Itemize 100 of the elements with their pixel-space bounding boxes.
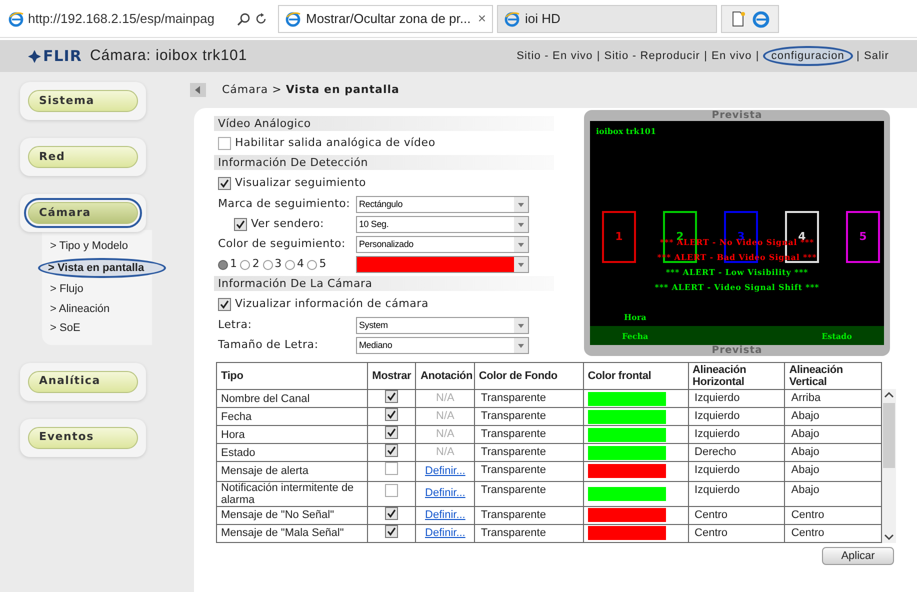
nav-separator: | — [756, 48, 760, 64]
checkbox[interactable] — [385, 444, 398, 458]
tab-title: ioi HD — [525, 10, 562, 28]
table-cell: Transparente — [474, 481, 584, 506]
radio-label: 5 — [319, 256, 327, 272]
column-header: Color de Fondo — [474, 362, 584, 390]
preview-title: Prevista — [712, 345, 762, 356]
breadcrumb: Cámara > Vista en pantalla — [222, 82, 400, 98]
table-cell: Izquierdo — [688, 426, 785, 444]
nav-link[interactable]: configuracion — [763, 46, 853, 66]
tracking-color-select[interactable]: Personalizado — [356, 236, 529, 253]
checkbox[interactable] — [218, 298, 231, 310]
checkbox[interactable] — [385, 524, 398, 538]
alert-message: *** ALERT - Low Visibility *** — [666, 266, 808, 279]
checkbox[interactable] — [385, 484, 398, 498]
browser-logo-icon[interactable] — [752, 10, 770, 28]
table-cell: Izquierdo — [688, 462, 785, 481]
table-cell: Transparente — [474, 524, 584, 542]
status-label: Estado — [822, 330, 852, 342]
checkbox[interactable] — [218, 176, 231, 190]
radio-button[interactable] — [240, 260, 250, 270]
address-bar[interactable]: http://192.168.2.15/esp/mainpag — [6, 6, 274, 32]
table-cell: Centro — [688, 506, 785, 524]
browser-logo-icon — [8, 10, 24, 26]
nav-link[interactable]: Salir — [864, 48, 889, 64]
table-cell: Nombre del Canal — [216, 390, 368, 408]
sidebar-item[interactable]: Red — [28, 146, 138, 168]
table-cell: Mensaje de "Mala Señal" — [216, 524, 368, 542]
nav-link[interactable]: En vivo — [712, 48, 752, 64]
table-cell: Transparente — [474, 408, 584, 426]
checkbox[interactable] — [385, 408, 398, 422]
checkbox-label: Ver sendero: — [251, 216, 324, 232]
table-cell: Notificación intermitente de alarma — [216, 481, 368, 506]
color-select[interactable] — [356, 256, 529, 273]
radio-button[interactable] — [262, 260, 273, 270]
checkbox[interactable] — [218, 136, 231, 150]
font-size-select[interactable]: Mediano — [356, 337, 529, 354]
radio-button[interactable] — [218, 260, 228, 270]
checkbox[interactable] — [385, 390, 398, 404]
nav-separator: | — [596, 48, 600, 64]
page-title: Cámara: ioibox trk101 — [90, 46, 248, 66]
apply-button[interactable]: Aplicar — [822, 546, 894, 564]
section-header: Información De Detección — [214, 155, 554, 170]
browser-tab[interactable]: Mostrar/Ocultar zona de pr... × — [278, 4, 493, 32]
checkbox[interactable] — [234, 218, 247, 231]
checkbox[interactable] — [385, 506, 398, 520]
radio-button[interactable] — [307, 260, 318, 270]
table-cell: Transparente — [474, 390, 584, 408]
table-cell: N/A — [436, 410, 454, 422]
date-label: Fecha — [622, 330, 648, 342]
table-cell: Transparente — [474, 506, 584, 524]
radio-button[interactable] — [284, 260, 295, 270]
radio-label: 1 — [230, 256, 238, 272]
table-cell: Transparente — [474, 444, 584, 462]
search-icon[interactable] — [237, 12, 251, 26]
submenu-item[interactable]: > Vista en pantalla — [38, 258, 166, 278]
submenu-item[interactable]: > Flujo — [42, 281, 152, 298]
table-cell: Abajo — [784, 426, 882, 444]
refresh-icon[interactable] — [255, 12, 267, 24]
table-cell: Abajo — [784, 462, 882, 481]
table-cell: Izquierdo — [688, 408, 785, 426]
font-select[interactable]: System — [356, 317, 529, 334]
submenu-item[interactable]: > Tipo y Modelo — [42, 238, 152, 254]
sidebar-item[interactable]: Eventos — [28, 426, 138, 448]
trail-select[interactable]: 10 Seg. — [356, 216, 529, 233]
sidebar-item[interactable]: Sistema — [28, 90, 138, 112]
tracking-box: 1 — [602, 211, 636, 263]
table-cell: Mensaje de alerta — [216, 462, 368, 481]
nav-separator: | — [856, 48, 860, 64]
table-cell: Transparente — [474, 462, 584, 481]
new-tab-icon[interactable] — [730, 10, 746, 26]
tracking-mark-select[interactable]: Rectángulo — [356, 196, 529, 213]
checkbox[interactable] — [385, 462, 398, 475]
column-header: Alineación Horizontal — [688, 362, 785, 390]
sidebar-item[interactable]: Analítica — [28, 370, 138, 392]
nav-link[interactable]: Sitio - En vivo — [516, 48, 593, 64]
field-label: Tamaño de Letra: — [218, 337, 320, 354]
checkbox[interactable] — [385, 426, 398, 440]
browser-tab[interactable]: ioi HD — [497, 4, 717, 32]
table-cell: Mensaje de "No Señal" — [216, 506, 368, 524]
nav-link[interactable]: Sitio - Reproducir — [604, 48, 700, 64]
column-header: Tipo — [216, 362, 368, 390]
submenu-item[interactable]: > Alineación — [42, 300, 152, 317]
scrollbar[interactable] — [882, 389, 896, 542]
close-tab-button[interactable]: × — [478, 8, 486, 29]
table-cell: Abajo — [784, 481, 882, 506]
checkbox-label: Visualizar seguimiento — [235, 174, 366, 191]
table-cell: Abajo — [784, 408, 882, 426]
field-label: Color de seguimiento: — [218, 236, 347, 252]
field-label: Letra: — [218, 317, 253, 334]
column-header: Mostrar — [368, 362, 416, 390]
field-label: Marca de seguimiento: — [218, 196, 352, 212]
submenu-item[interactable]: > SoE — [42, 320, 152, 336]
table-cell: Abajo — [784, 444, 882, 462]
column-header: Alineación Vertical — [784, 362, 882, 390]
table-cell: Izquierdo — [688, 390, 785, 408]
checkbox-label: Vizualizar información de cámara — [235, 296, 429, 312]
tab-title: Mostrar/Ocultar zona de pr... — [306, 10, 472, 28]
column-header: Color frontal — [583, 362, 688, 390]
section-header: Vídeo Análogico — [214, 116, 554, 131]
